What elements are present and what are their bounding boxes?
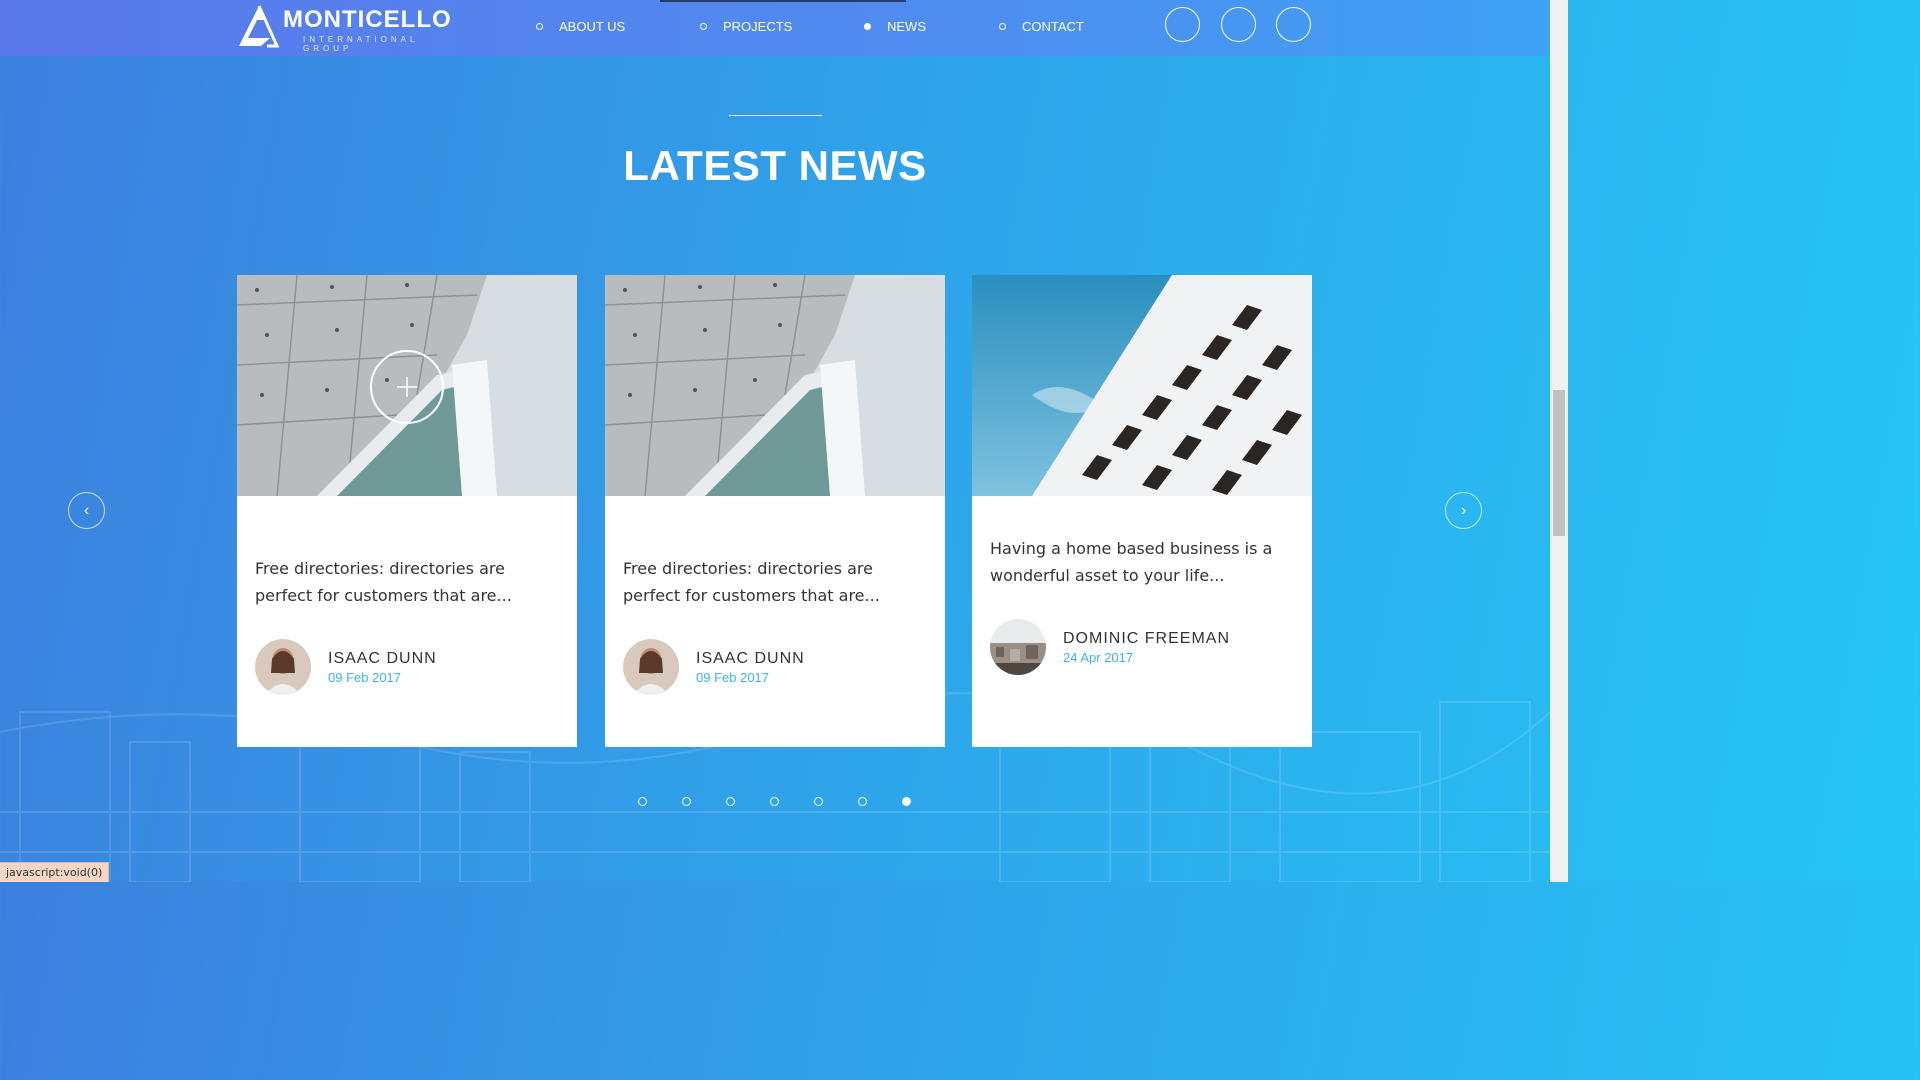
chevron-right-icon: › <box>1460 501 1467 519</box>
post-date: 24 Apr 2017 <box>1063 649 1134 665</box>
news-author: DOMINIC FREEMAN 24 Apr 2017 <box>990 619 1230 675</box>
news-image-white-highrise[interactable] <box>972 275 1312 496</box>
logo-subtitle: INTERNATIONAL GROUP <box>303 35 419 53</box>
browser-status-bar: javascript:void(0) <box>0 862 110 882</box>
nav-item-contact[interactable]: CONTACT <box>999 16 1084 36</box>
carousel-dot[interactable] <box>770 797 779 806</box>
post-date: 09 Feb 2017 <box>328 669 402 685</box>
carousel-dot[interactable] <box>682 797 691 806</box>
nav-bullet-icon <box>999 22 1006 30</box>
news-excerpt[interactable]: Free directories: directories are perfec… <box>623 555 923 609</box>
nav-item-news[interactable]: NEWS <box>864 16 926 36</box>
carousel-dot[interactable] <box>726 797 735 806</box>
carousel-dot[interactable] <box>858 797 867 806</box>
news-excerpt[interactable]: Having a home based business is a wonder… <box>990 535 1290 589</box>
news-image-concrete-building[interactable] <box>605 275 945 496</box>
nav-bullet-icon <box>864 22 871 30</box>
news-author: ISAAC DUNN 09 Feb 2017 <box>623 639 805 695</box>
news-card[interactable]: Free directories: directories are perfec… <box>605 275 945 747</box>
nav-label: CONTACT <box>1022 18 1084 34</box>
news-card[interactable]: Having a home based business is a wonder… <box>972 275 1312 747</box>
avatar <box>623 639 679 695</box>
page-scrollbar[interactable] <box>1550 0 1568 882</box>
nav-label: ABOUT US <box>559 18 626 34</box>
nav-bullet-icon <box>700 22 707 30</box>
news-excerpt[interactable]: Free directories: directories are perfec… <box>255 555 555 609</box>
logo-triangle-icon <box>239 5 280 48</box>
author-name: ISAAC DUNN <box>696 649 805 667</box>
social-icon-3[interactable] <box>1276 7 1311 42</box>
news-image-concrete-building[interactable] <box>237 275 577 496</box>
author-name: DOMINIC FREEMAN <box>1063 629 1230 647</box>
news-author: ISAAC DUNN 09 Feb 2017 <box>255 639 437 695</box>
carousel-dot-active[interactable] <box>902 797 911 806</box>
nav-label: NEWS <box>887 18 926 34</box>
avatar <box>255 639 311 695</box>
carousel-dot[interactable] <box>814 797 823 806</box>
nav-item-projects[interactable]: PROJECTS <box>700 16 792 36</box>
scrollbar-thumb[interactable] <box>1553 390 1565 536</box>
logo-name: MONTICELLO <box>283 6 452 33</box>
avatar <box>990 619 1046 675</box>
carousel-pagination <box>638 797 911 806</box>
post-date: 09 Feb 2017 <box>696 669 770 685</box>
carousel-dot[interactable] <box>638 797 647 806</box>
news-card[interactable]: Free directories: directories are perfec… <box>237 275 577 747</box>
social-icon-1[interactable] <box>1165 7 1200 42</box>
author-name: ISAAC DUNN <box>328 649 437 667</box>
title-divider <box>729 115 822 116</box>
nav-item-about-us[interactable]: ABOUT US <box>536 16 625 36</box>
social-icon-2[interactable] <box>1221 7 1256 42</box>
active-indicator-line <box>660 0 906 2</box>
top-navbar: MONTICELLO INTERNATIONAL GROUP ABOUT US … <box>0 0 1550 56</box>
carousel-next-button[interactable]: › <box>1445 492 1482 529</box>
carousel-prev-button[interactable]: ‹ <box>68 492 105 529</box>
section-title: LATEST NEWS <box>623 142 927 189</box>
monticello-logo[interactable]: MONTICELLO INTERNATIONAL GROUP <box>237 2 467 53</box>
nav-label: PROJECTS <box>723 18 793 34</box>
chevron-left-icon: ‹ <box>83 501 90 519</box>
nav-bullet-icon <box>536 22 543 30</box>
